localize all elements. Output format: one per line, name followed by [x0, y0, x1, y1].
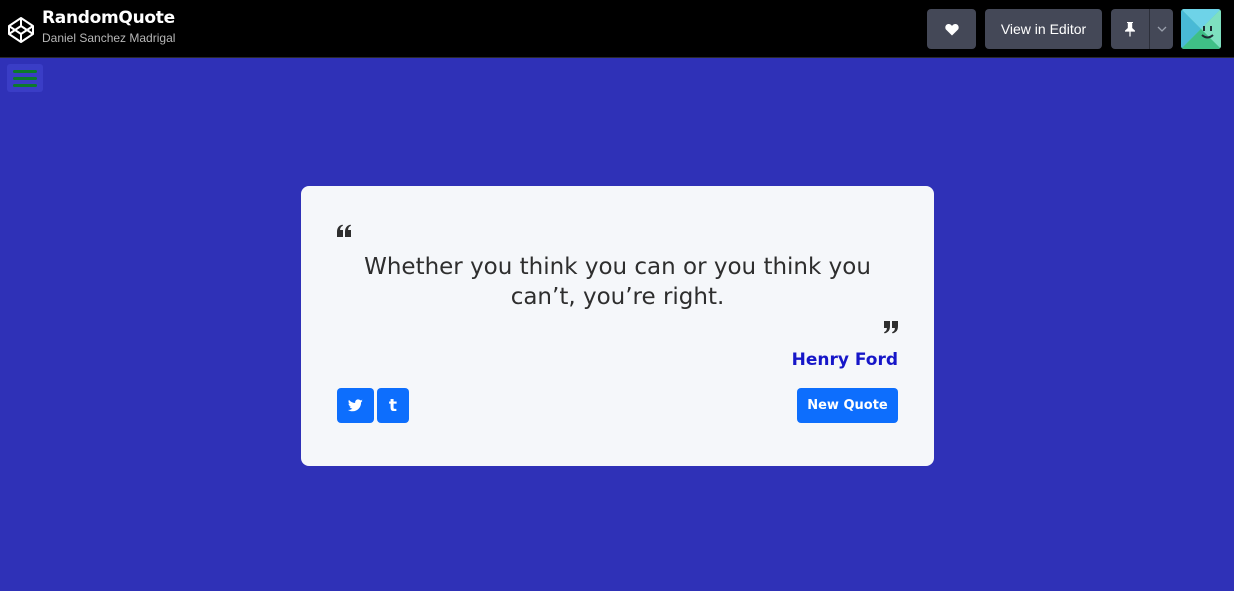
new-quote-button[interactable]: New Quote [797, 388, 898, 423]
menu-bar [13, 76, 37, 80]
quote-text: Whether you think you can or you think y… [364, 254, 871, 310]
view-in-editor-button[interactable]: View in Editor [985, 9, 1102, 49]
heart-button[interactable] [927, 9, 976, 49]
pin-button[interactable] [1111, 9, 1149, 49]
hamburger-menu-button[interactable] [7, 64, 43, 92]
quote-card: Whether you think you can or you think y… [301, 186, 934, 466]
tumblr-button[interactable]: t [377, 388, 409, 423]
top-bar: RandomQuote Daniel Sanchez Madrigal View… [0, 0, 1234, 58]
pen-title[interactable]: RandomQuote [42, 8, 175, 28]
tweet-button[interactable] [337, 388, 374, 423]
quote-left-icon [337, 224, 351, 237]
twitter-icon [348, 399, 363, 412]
quote-right-icon [884, 321, 898, 334]
pin-options-button[interactable] [1149, 9, 1173, 49]
smiley-avatar-icon [1181, 9, 1221, 49]
chevron-down-icon [1157, 26, 1166, 32]
menu-bar [13, 83, 37, 87]
pin-icon [1125, 22, 1135, 37]
heart-icon [944, 23, 959, 35]
pen-author[interactable]: Daniel Sanchez Madrigal [42, 31, 175, 45]
codepen-logo-icon[interactable] [7, 16, 35, 44]
user-avatar[interactable] [1181, 9, 1221, 49]
menu-bar [13, 69, 37, 73]
quote-author: Henry Ford [791, 350, 898, 370]
